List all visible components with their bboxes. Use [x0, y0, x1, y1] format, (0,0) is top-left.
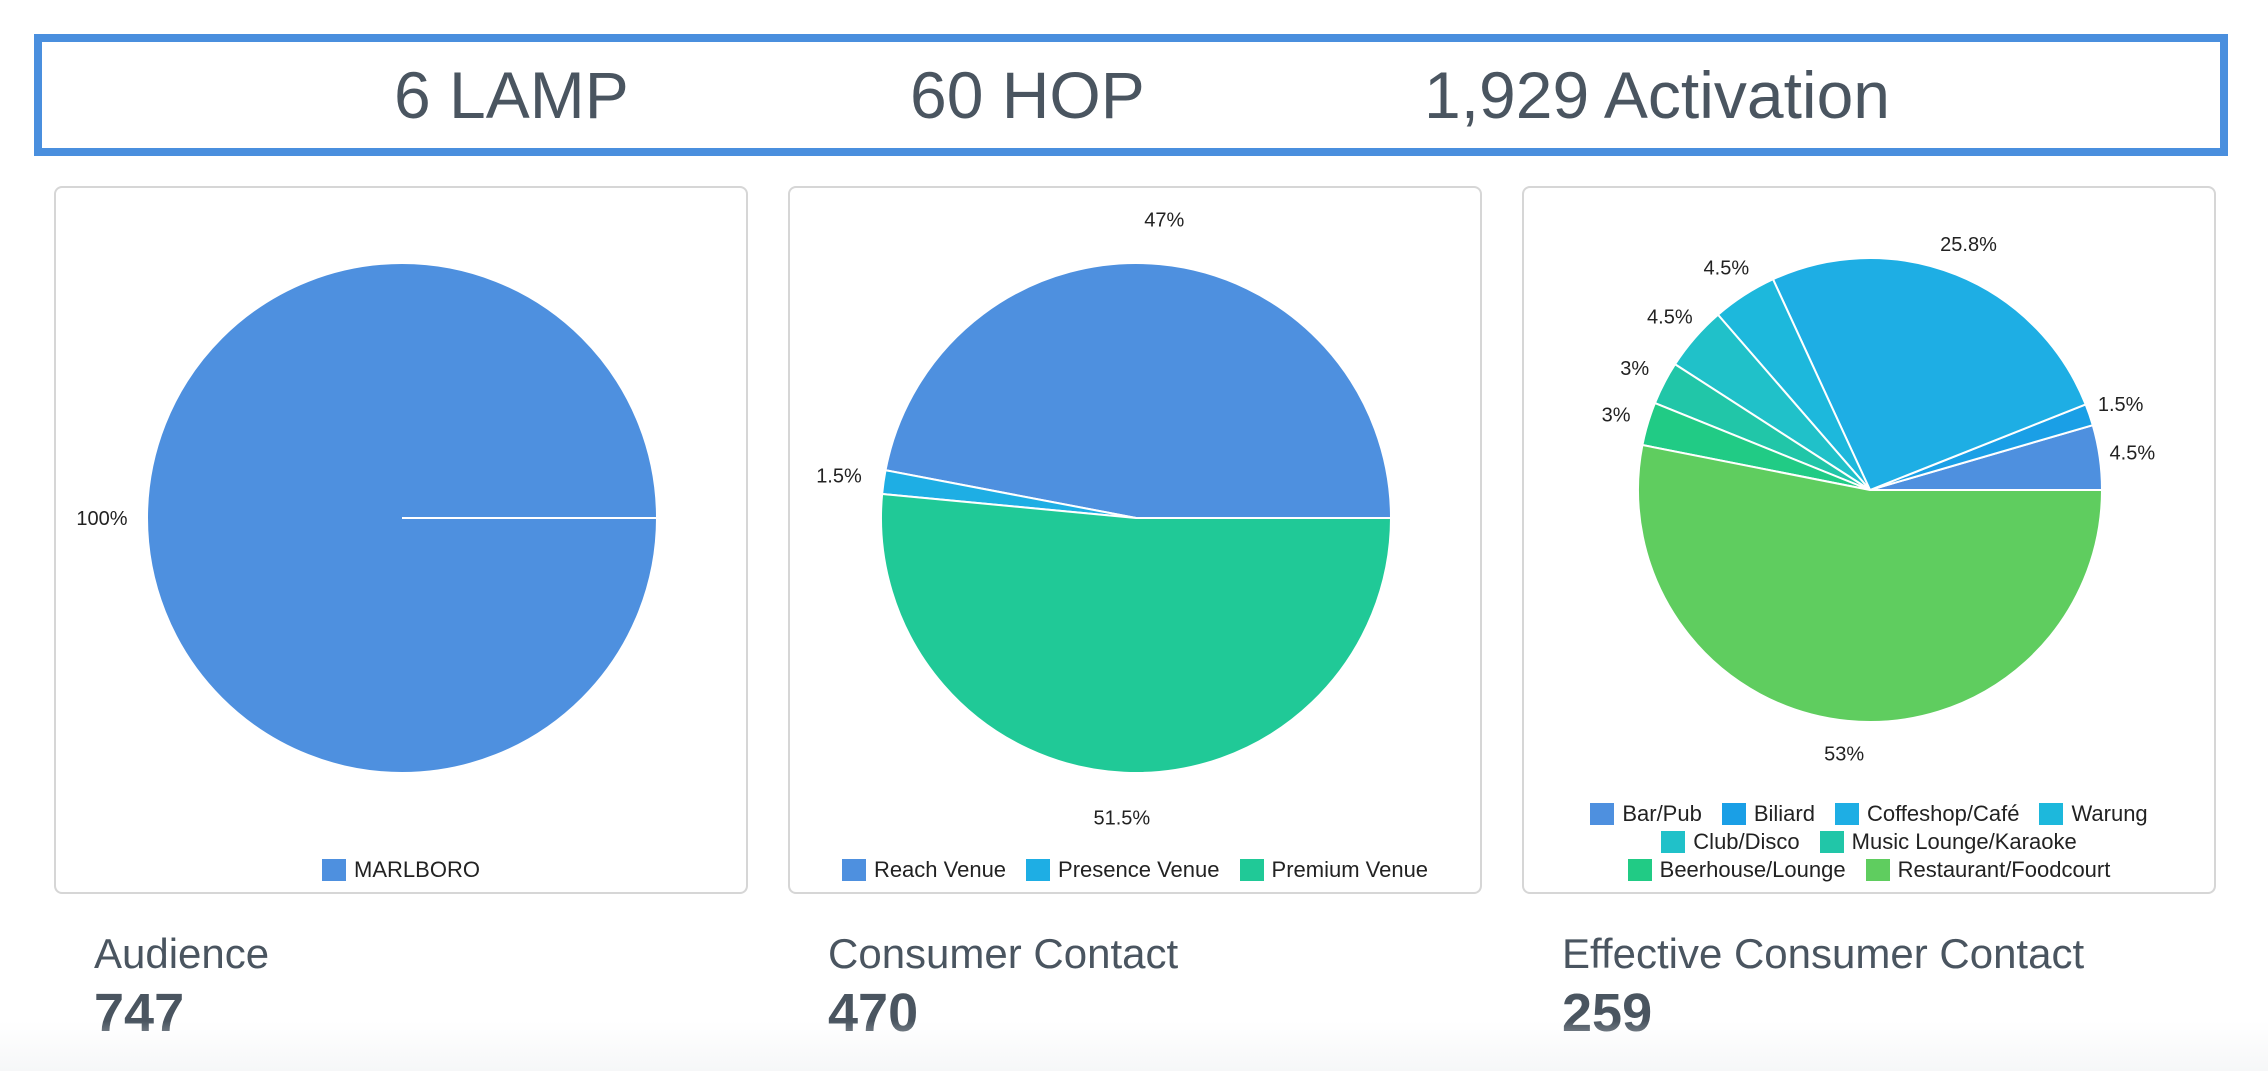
pie-label-warung: 4.5%: [1704, 257, 1750, 279]
consumer-contact-legend: Reach Venue Presence Venue Premium Venue: [790, 856, 1480, 884]
pie-label-coffeshop-caf-: 25.8%: [1940, 234, 1997, 256]
legend-row: Beerhouse/Lounge Restaurant/Foodcourt: [1524, 856, 2214, 884]
audience-pie-chart: 100% MARLBORO: [54, 186, 748, 894]
effective-consumer-contact-title: Effective Consumer Contact: [1562, 930, 2085, 977]
legend-swatch: [1627, 859, 1652, 881]
legend-label: Reach Venue: [873, 857, 1007, 882]
legend-label: Music Lounge/Karaoke: [1851, 829, 2077, 854]
legend-item-marlboro[interactable]: MARLBORO: [322, 856, 480, 884]
legend-swatch: [1590, 803, 1615, 825]
pie-label-premium-venue: 51.5%: [1094, 808, 1151, 830]
legend-item-biliard[interactable]: Biliard: [1721, 800, 1815, 828]
pie-label-beerhouse-lounge: 3%: [1602, 404, 1631, 426]
legend-row: Club/Disco Music Lounge/Karaoke: [1524, 828, 2214, 856]
legend-label: Bar/Pub: [1622, 801, 1702, 826]
legend-label: Presence Venue: [1058, 857, 1220, 882]
legend-item-premium-venue[interactable]: Premium Venue: [1239, 856, 1429, 884]
consumer-contact-pie-chart: 47% 1.5% 51.5% Reach Venue Presence Venue Pr…: [788, 186, 1482, 894]
legend-item-music-lounge-karaoke[interactable]: Music Lounge/Karaoke: [1819, 828, 2077, 856]
pie-slice-marlboro[interactable]: [145, 262, 659, 774]
legend-label: MARLBORO: [354, 857, 480, 882]
pie-slice-reach-venue[interactable]: [884, 262, 1393, 519]
pie-label-biliard: 1.5%: [2098, 394, 2144, 416]
legend-swatch: [2039, 803, 2064, 825]
legend-row: Reach Venue Presence Venue Premium Venue: [790, 856, 1480, 884]
effective-consumer-contact-pie-chart: 4.5% 1.5% 25.8% 4.5% 4.5% 3% 3% 53% Bar/Pub Bili…: [1522, 186, 2216, 894]
legend-swatch: [841, 859, 866, 881]
legend-label: Beerhouse/Lounge: [1659, 857, 1846, 882]
summary-banner: 6 LAMP 60 HOP 1,929 Activation: [34, 34, 2228, 156]
effective-consumer-contact-legend: Bar/Pub Biliard Coffeshop/Café Warung Club/D…: [1524, 800, 2214, 884]
audience-legend: MARLBORO: [56, 856, 746, 884]
legend-label: Coffeshop/Café: [1866, 801, 2020, 826]
hop-count: 60 HOP: [910, 58, 1145, 132]
legend-swatch: [322, 859, 347, 881]
legend-label: Biliard: [1753, 801, 1815, 826]
legend-item-reach-venue[interactable]: Reach Venue: [841, 856, 1007, 884]
audience-title: Audience: [94, 930, 270, 977]
legend-label: Premium Venue: [1271, 857, 1429, 882]
legend-label: Warung: [2071, 801, 2148, 826]
consumer-contact-title: Consumer Contact: [828, 930, 1179, 977]
bottom-fade: [0, 1021, 2268, 1071]
legend-swatch: [1026, 859, 1051, 881]
pie-label-reach-venue: 47%: [1144, 209, 1184, 231]
legend-item-club-disco[interactable]: Club/Disco: [1661, 828, 1800, 856]
legend-swatch: [1721, 803, 1746, 825]
legend-swatch: [1865, 859, 1890, 881]
pie-label-music-lounge-karaoke: 3%: [1620, 358, 1649, 380]
activation-count: 1,929 Activation: [1424, 58, 1890, 132]
legend-swatch: [1239, 859, 1264, 881]
consumer-contact-pie-svg: 47% 1.5% 51.5%: [816, 209, 1393, 830]
effective-consumer-contact-pie-svg: 4.5% 1.5% 25.8% 4.5% 4.5% 3% 3% 53%: [1602, 234, 2156, 766]
lamp-count: 6 LAMP: [394, 58, 629, 132]
legend-label: Club/Disco: [1693, 829, 1800, 854]
pie-label-club-disco: 4.5%: [1647, 306, 1693, 328]
legend-item-presence-venue[interactable]: Presence Venue: [1026, 856, 1220, 884]
legend-item-restaurant-foodcourt[interactable]: Restaurant/Foodcourt: [1865, 856, 2111, 884]
legend-swatch: [1661, 831, 1686, 853]
pie-label-marlboro: 100%: [76, 508, 127, 530]
legend-row: MARLBORO: [56, 856, 746, 884]
legend-row: Bar/Pub Biliard Coffeshop/Café Warung: [1524, 800, 2214, 828]
audience-pie-svg: 100%: [76, 262, 659, 774]
legend-label: Restaurant/Foodcourt: [1897, 857, 2111, 882]
legend-item-beerhouse-lounge[interactable]: Beerhouse/Lounge: [1627, 856, 1846, 884]
legend-item-coffeshop-caf-[interactable]: Coffeshop/Café: [1834, 800, 2020, 828]
pie-slice-premium-venue[interactable]: [880, 492, 1393, 774]
pie-label-restaurant-foodcourt: 53%: [1824, 744, 1864, 766]
legend-item-bar-pub[interactable]: Bar/Pub: [1590, 800, 1702, 828]
legend-swatch: [1834, 803, 1859, 825]
legend-item-warung[interactable]: Warung: [2039, 800, 2148, 828]
legend-swatch: [1819, 831, 1844, 853]
pie-label-presence-venue: 1.5%: [816, 466, 862, 488]
pie-label-bar-pub: 4.5%: [2110, 443, 2156, 465]
